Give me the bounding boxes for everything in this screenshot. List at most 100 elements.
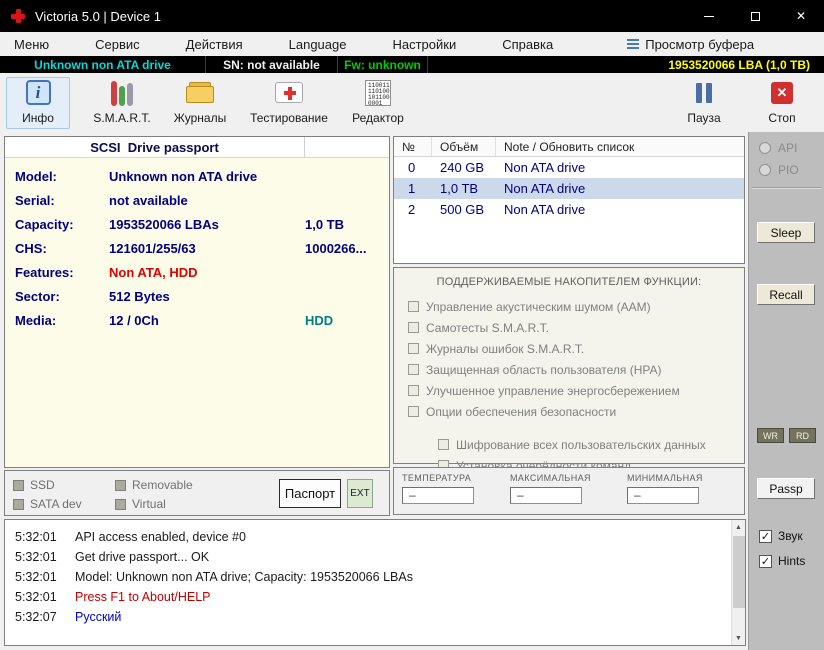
scroll-up-icon[interactable]: ▲ [732,520,745,534]
pause-icon [696,83,712,103]
selftests-checkbox-box [408,322,419,333]
sound-checkbox[interactable]: ✓ Звук [759,529,803,543]
wr-button[interactable]: WR [757,428,784,443]
passport-row-model: Model: Unknown non ATA drive [5,165,389,189]
scroll-down-icon[interactable]: ▼ [732,631,745,645]
journals-tab-button[interactable]: Журналы [168,77,232,129]
buffer-view-label: Просмотр буфера [645,37,754,52]
log-line: 5:32:01 Get drive passport... OK [5,547,745,567]
russian-language-link[interactable]: Русский [75,610,121,624]
pio-radio-circle [759,164,771,176]
col-number[interactable]: № [394,137,432,156]
api-radio-circle [759,142,771,154]
col-size[interactable]: Объём [432,137,496,156]
buffer-list-icon [627,39,639,49]
checkbox-virtual[interactable]: Virtual [115,497,166,511]
passport-row-media: Media: 12 / 0Ch HDD [5,309,389,333]
hints-checkbox[interactable]: ✓ Hints [759,554,805,568]
device-row-2[interactable]: 2 500 GB Non ATA drive [394,199,744,220]
hpa-checkbox-box [408,364,419,375]
strip-model: Unknown non ATA drive [0,56,206,73]
app-icon [10,8,26,24]
journals-tab-label: Журналы [174,111,226,125]
log-scrollbar[interactable]: ▲ ▼ [731,520,745,645]
smart-icon [111,80,133,106]
info-tab-button[interactable]: i Инфо [6,77,70,129]
security-checkbox-box [408,406,419,417]
supported-functions-panel: ПОДДЕРЖИВАЕМЫЕ НАКОПИТЕЛЕМ ФУНКЦИИ: Упра… [393,267,745,464]
passport-header: SCSI Drive passport [5,137,389,158]
testing-tab-button[interactable]: Тестирование [246,77,332,129]
menu-item-help[interactable]: Справка [490,37,565,52]
passport-refresh-button[interactable]: Паспорт [279,479,341,508]
smart-tab-button[interactable]: S.M.A.R.T. [90,77,154,129]
temperature-min: МИНИМАЛЬНАЯ – [627,473,703,514]
log-line: 5:32:01 Model: Unknown non ATA drive; Ca… [5,567,745,587]
temperature-max: МАКСИМАЛЬНАЯ – [510,473,591,514]
minimize-button[interactable] [686,0,732,32]
temperature-panel: ТЕМПЕРАТУРА – МАКСИМАЛЬНАЯ – МИНИМАЛЬНАЯ… [393,467,745,515]
menu-item-settings[interactable]: Настройки [380,37,468,52]
radio-api[interactable]: API [759,141,797,155]
passport-row-features: Features: Non ATA, HDD [5,261,389,285]
function-aam: Управление акустическим шумом (AAM) [394,296,744,317]
menu-item-actions[interactable]: Действия [174,37,255,52]
encryption-checkbox-box [438,439,449,450]
pause-label: Пауза [687,111,720,125]
menu-item-service[interactable]: Сервис [83,37,152,52]
function-power-mgmt: Улучшенное управление энергосбережением [394,380,744,401]
right-sidebar: API PIO Sleep Recall WR RD Passp ✓ Звук … [748,132,824,650]
col-note-refresh[interactable]: Note / Обновить список [496,137,744,156]
testing-tab-label: Тестирование [250,111,328,125]
log-panel: 5:32:01 API access enabled, device #0 5:… [4,519,746,646]
scroll-thumb[interactable] [733,536,745,608]
functions-title: ПОДДЕРЖИВАЕМЫЕ НАКОПИТЕЛЕМ ФУНКЦИИ: [394,276,744,288]
menu-item-menu[interactable]: Меню [2,37,61,52]
device-row-0[interactable]: 0 240 GB Non ATA drive [394,157,744,178]
sound-check-icon: ✓ [759,530,772,543]
buffer-view-button[interactable]: Просмотр буфера [627,37,754,52]
title-bar: Victoria 5.0 | Device 1 ✕ [0,0,824,32]
temperature-current-value: – [402,487,474,504]
menu-item-language[interactable]: Language [277,37,359,52]
power-mgmt-checkbox-box [408,385,419,396]
checkbox-removable[interactable]: Removable [115,478,193,492]
ssd-checkbox-box [13,480,24,491]
close-button[interactable]: ✕ [778,0,824,32]
info-icon: i [26,80,51,105]
stop-icon: ✕ [771,82,793,104]
rd-button[interactable]: RD [789,428,816,443]
pause-button[interactable]: Пауза [672,77,736,129]
function-selftests: Самотесты S.M.A.R.T. [394,317,744,338]
sidebar-separator [752,187,821,189]
device-list-header: № Объём Note / Обновить список [394,137,744,157]
temperature-max-value: – [510,487,582,504]
ext-button[interactable]: EXT [347,479,373,508]
passport-row-capacity: Capacity: 1953520066 LBAs 1,0 TB [5,213,389,237]
maximize-button[interactable] [732,0,778,32]
virtual-checkbox-box [115,499,126,510]
hex-editor-icon: 1100111101001011000001 [365,80,391,106]
first-aid-icon [275,82,303,103]
sleep-button[interactable]: Sleep [757,222,815,243]
info-tab-label: Инфо [22,111,54,125]
drive-passport-panel: SCSI Drive passport Model: Unknown non A… [4,136,390,468]
radio-pio[interactable]: PIO [759,163,799,177]
removable-checkbox-box [115,480,126,491]
window-title: Victoria 5.0 | Device 1 [35,9,161,24]
strip-capacity: 1953520066 LBA (1,0 TB) [428,56,824,73]
editor-tab-button[interactable]: 1100111101001011000001 Редактор [346,77,410,129]
victoria-window: Victoria 5.0 | Device 1 ✕ Меню Сервис Де… [0,0,824,650]
device-row-1-selected[interactable]: 1 1,0 TB Non ATA drive [394,178,744,199]
menu-bar: Меню Сервис Действия Language Настройки … [0,32,824,56]
checkbox-sata-dev[interactable]: SATA dev [13,497,82,511]
strip-serial: SN: not available [206,56,338,73]
recall-button[interactable]: Recall [757,284,815,305]
stop-button[interactable]: ✕ Стоп [750,77,814,129]
minimize-icon [704,16,714,17]
smart-tab-label: S.M.A.R.T. [93,111,150,125]
checkbox-ssd[interactable]: SSD [13,478,55,492]
passp-button[interactable]: Passp [757,478,815,499]
log-line-language-link: 5:32:07 Русский [5,607,745,627]
log-line-help-hint: 5:32:01 Press F1 to About/HELP [5,587,745,607]
